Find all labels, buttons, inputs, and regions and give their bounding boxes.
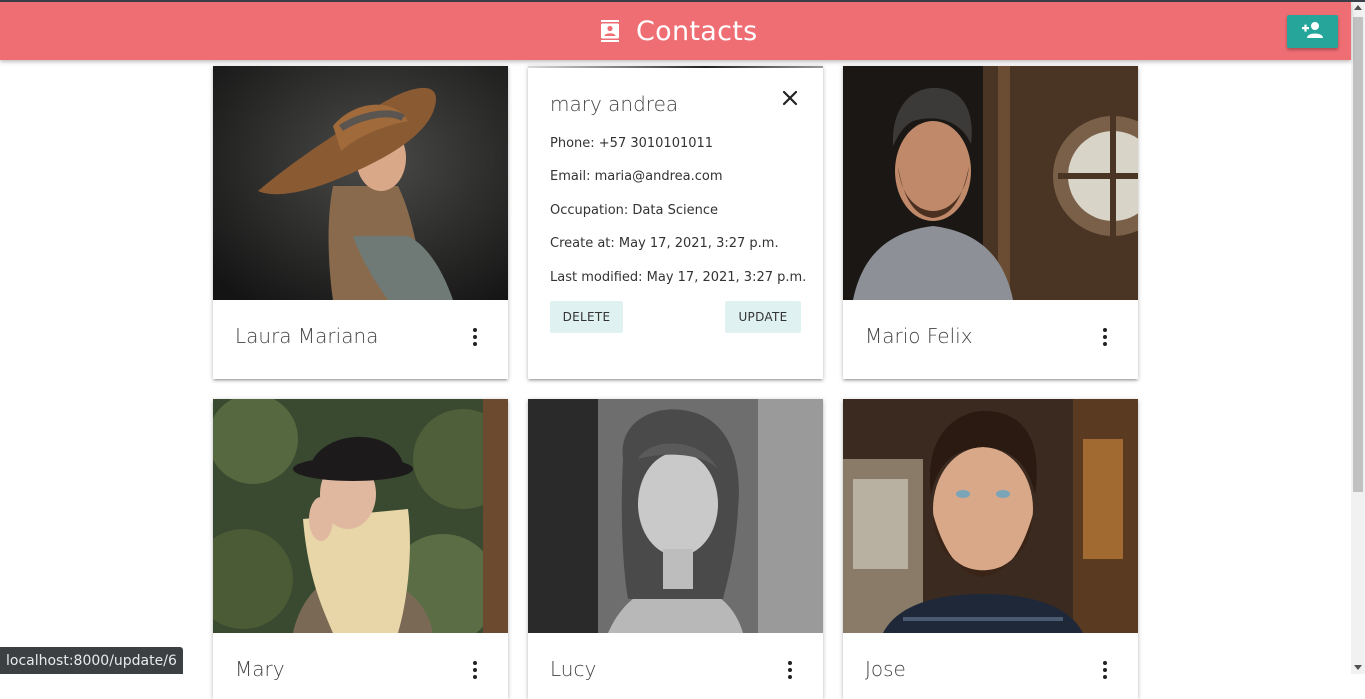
detail-created: Create at: May 17, 2021, 3:27 p.m. [550,236,779,251]
update-button[interactable]: UPDATE [725,301,801,333]
detail-phone: Phone: +57 3010101011 [550,136,714,151]
card-footer: Mary [213,633,508,699]
card-footer: Jose [843,633,1138,699]
contacts-icon [600,20,622,42]
photo-edge [528,66,823,68]
more-vert-icon[interactable] [469,328,481,346]
add-contact-button[interactable] [1287,15,1338,48]
contact-card: Lucy [528,399,823,699]
contact-photo[interactable] [843,66,1138,300]
contact-card: Laura Mariana [213,66,508,379]
contact-photo[interactable] [213,66,508,300]
scrollbar-thumb[interactable] [1353,17,1363,492]
detail-modified: Last modified: May 17, 2021, 3:27 p.m. [550,270,807,285]
detail-occupation: Occupation: Data Science [550,203,718,218]
contact-photo[interactable] [528,399,823,633]
detail-email: Email: maria@andrea.com [550,169,723,184]
more-vert-icon[interactable] [784,661,796,679]
contact-name: Lucy [550,657,597,681]
scroll-up-icon[interactable] [1354,5,1362,10]
contact-photo[interactable] [843,399,1138,633]
contact-card: Mary [213,399,508,699]
contact-card: Jose [843,399,1138,699]
contact-card: Mario Felix [843,66,1138,379]
contact-detail-card: mary andrea Phone: +57 3010101011 Email:… [528,66,823,379]
scroll-down-icon[interactable] [1354,665,1362,670]
card-footer: Lucy [528,633,823,699]
close-icon[interactable] [781,89,799,107]
contact-name: Mario Felix [865,324,973,348]
detail-name: mary andrea [550,92,679,116]
contact-name: Laura Mariana [235,324,379,348]
vertical-scrollbar[interactable] [1351,2,1365,674]
person-add-icon [1301,21,1325,43]
contact-name: Mary [235,657,285,681]
card-footer: Mario Felix [843,300,1138,379]
status-bar-url: localhost:8000/update/6 [0,647,183,674]
more-vert-icon[interactable] [1099,328,1111,346]
app-title: Contacts [636,15,758,47]
app-header: Contacts [0,2,1351,60]
contact-name: Jose [865,657,906,681]
brand[interactable]: Contacts [600,12,758,50]
more-vert-icon[interactable] [1099,661,1111,679]
card-footer: Laura Mariana [213,300,508,379]
contact-photo[interactable] [213,399,508,633]
delete-button[interactable]: DELETE [550,301,623,333]
more-vert-icon[interactable] [469,661,481,679]
